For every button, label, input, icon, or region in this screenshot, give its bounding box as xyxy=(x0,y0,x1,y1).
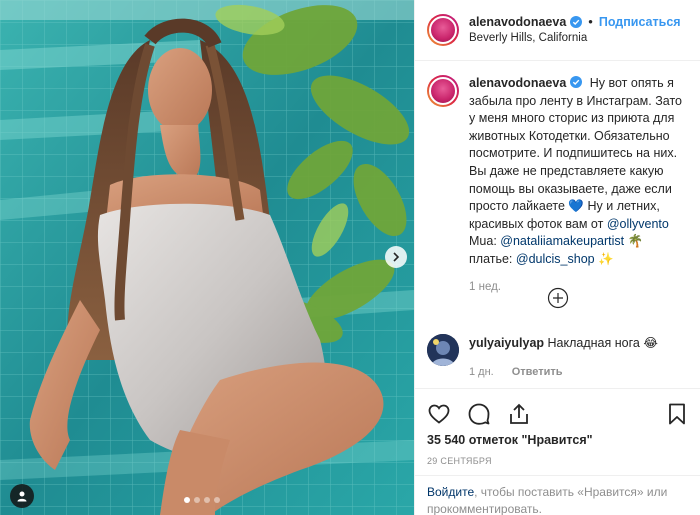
separator-dot: • xyxy=(588,14,593,29)
mention-link[interactable]: @dulcis_shop xyxy=(516,252,595,266)
caption-text: alenavodonaeva Ну вот опять я забыла про… xyxy=(469,75,688,293)
post-header: alenavodonaeva • Подписаться Beverly Hil… xyxy=(415,0,700,61)
blue-heart-emoji: 💙 xyxy=(568,199,584,214)
post-details-panel: alenavodonaeva • Подписаться Beverly Hil… xyxy=(414,0,700,515)
avatar[interactable] xyxy=(427,14,459,46)
author-username[interactable]: alenavodonaeva xyxy=(469,14,566,30)
next-photo-button[interactable] xyxy=(385,246,407,268)
login-prompt: Войдите, чтобы поставить «Нравится» или … xyxy=(415,475,700,515)
caption-body: Mua: xyxy=(469,234,497,249)
commenter-username[interactable]: yulyaiyulyap xyxy=(469,336,544,350)
load-more-comments-icon[interactable] xyxy=(547,287,569,309)
caption-username[interactable]: alenavodonaeva xyxy=(469,76,566,90)
chevron-right-icon xyxy=(393,252,400,262)
mention-link[interactable]: @ollyvento xyxy=(607,217,669,231)
carousel-dot xyxy=(184,497,190,503)
comment-icon[interactable] xyxy=(467,402,491,426)
carousel-dot xyxy=(194,497,200,503)
comment: yulyaiyulyap Накладная нога 😂 1 дн. Отве… xyxy=(427,334,689,378)
likes-count[interactable]: 35 540 отметок "Нравится" xyxy=(415,429,700,447)
laughing-emoji: 😂 xyxy=(643,336,658,350)
location-link[interactable]: Beverly Hills, California xyxy=(469,30,681,46)
post-actions: 35 540 отметок "Нравится" 29 СЕНТЯБРЯ Во… xyxy=(415,388,700,515)
commenter-avatar-image xyxy=(427,334,459,366)
palm-emoji: 🌴 xyxy=(627,234,644,249)
follow-button[interactable]: Подписаться xyxy=(599,14,681,30)
post-photo[interactable] xyxy=(0,0,414,515)
mention-link[interactable]: @nataliiamakeupartist xyxy=(500,234,624,248)
share-icon[interactable] xyxy=(507,402,531,426)
post-date[interactable]: 29 СЕНТЯБРЯ xyxy=(415,447,700,466)
heart-icon[interactable] xyxy=(427,402,451,426)
avatar[interactable] xyxy=(427,334,459,366)
caption-body: Ну вот опять я забыла про ленту в Инстаг… xyxy=(469,76,682,214)
caption-body: платье: xyxy=(469,251,513,266)
bookmark-icon[interactable] xyxy=(665,402,689,426)
comment-text: Накладная нога xyxy=(547,336,640,350)
verified-badge-icon xyxy=(570,16,583,28)
carousel-dot xyxy=(214,497,220,503)
avatar[interactable] xyxy=(427,75,459,107)
carousel-dot xyxy=(204,497,210,503)
verified-badge-icon xyxy=(570,76,583,88)
tagged-users-button[interactable] xyxy=(10,484,34,508)
reply-button[interactable]: Ответить xyxy=(512,366,563,378)
carousel-indicator xyxy=(184,497,220,503)
caption: alenavodonaeva Ну вот опять я забыла про… xyxy=(415,61,700,293)
sparkle-emoji: ✨ xyxy=(598,251,614,266)
caption-timestamp[interactable]: 1 нед. xyxy=(469,279,688,297)
comment-timestamp[interactable]: 1 дн. xyxy=(469,366,494,378)
login-link[interactable]: Войдите xyxy=(427,485,474,499)
photo-image xyxy=(0,0,414,515)
user-icon xyxy=(17,491,27,502)
